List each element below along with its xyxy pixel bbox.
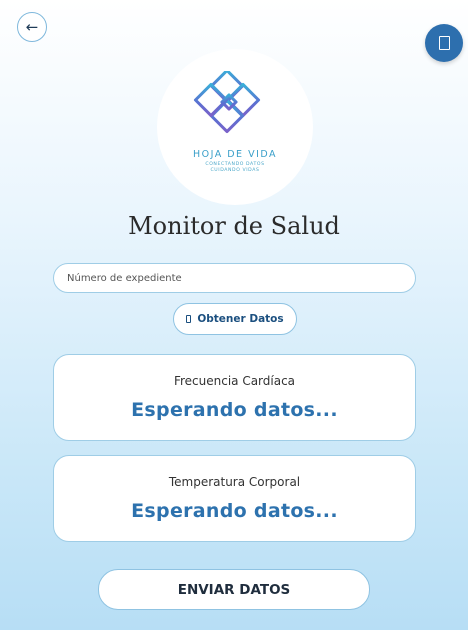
logo-tagline-1: CONECTANDO DATOS bbox=[205, 162, 265, 167]
get-data-label: Obtener Datos bbox=[197, 313, 284, 325]
logo-mark-icon bbox=[193, 71, 261, 134]
logo: HOJA DE VIDA CONECTANDO DATOS CUIDANDO V… bbox=[157, 49, 313, 205]
logo-tagline-2: CUIDANDO VIDAS bbox=[210, 168, 260, 173]
temperature-card: Temperatura Corporal Esperando datos... bbox=[53, 455, 416, 542]
arrow-left-icon: ← bbox=[25, 18, 39, 36]
temperature-value: Esperando datos... bbox=[131, 500, 338, 522]
phone-icon bbox=[186, 315, 192, 323]
back-button[interactable]: ← bbox=[17, 12, 47, 42]
device-button[interactable] bbox=[425, 24, 463, 62]
get-data-button[interactable]: Obtener Datos bbox=[173, 303, 297, 335]
heart-rate-card: Frecuencia Cardíaca Esperando datos... bbox=[53, 354, 416, 441]
heart-rate-label: Frecuencia Cardíaca bbox=[173, 374, 296, 388]
logo-title: HOJA DE VIDA bbox=[192, 149, 278, 160]
heart-rate-value: Esperando datos... bbox=[131, 399, 338, 421]
send-data-button[interactable]: ENVIAR DATOS bbox=[98, 569, 370, 610]
expediente-input[interactable] bbox=[53, 263, 416, 293]
device-icon bbox=[438, 36, 450, 50]
page-title: Monitor de Salud bbox=[128, 212, 340, 240]
temperature-label: Temperatura Corporal bbox=[168, 475, 301, 489]
